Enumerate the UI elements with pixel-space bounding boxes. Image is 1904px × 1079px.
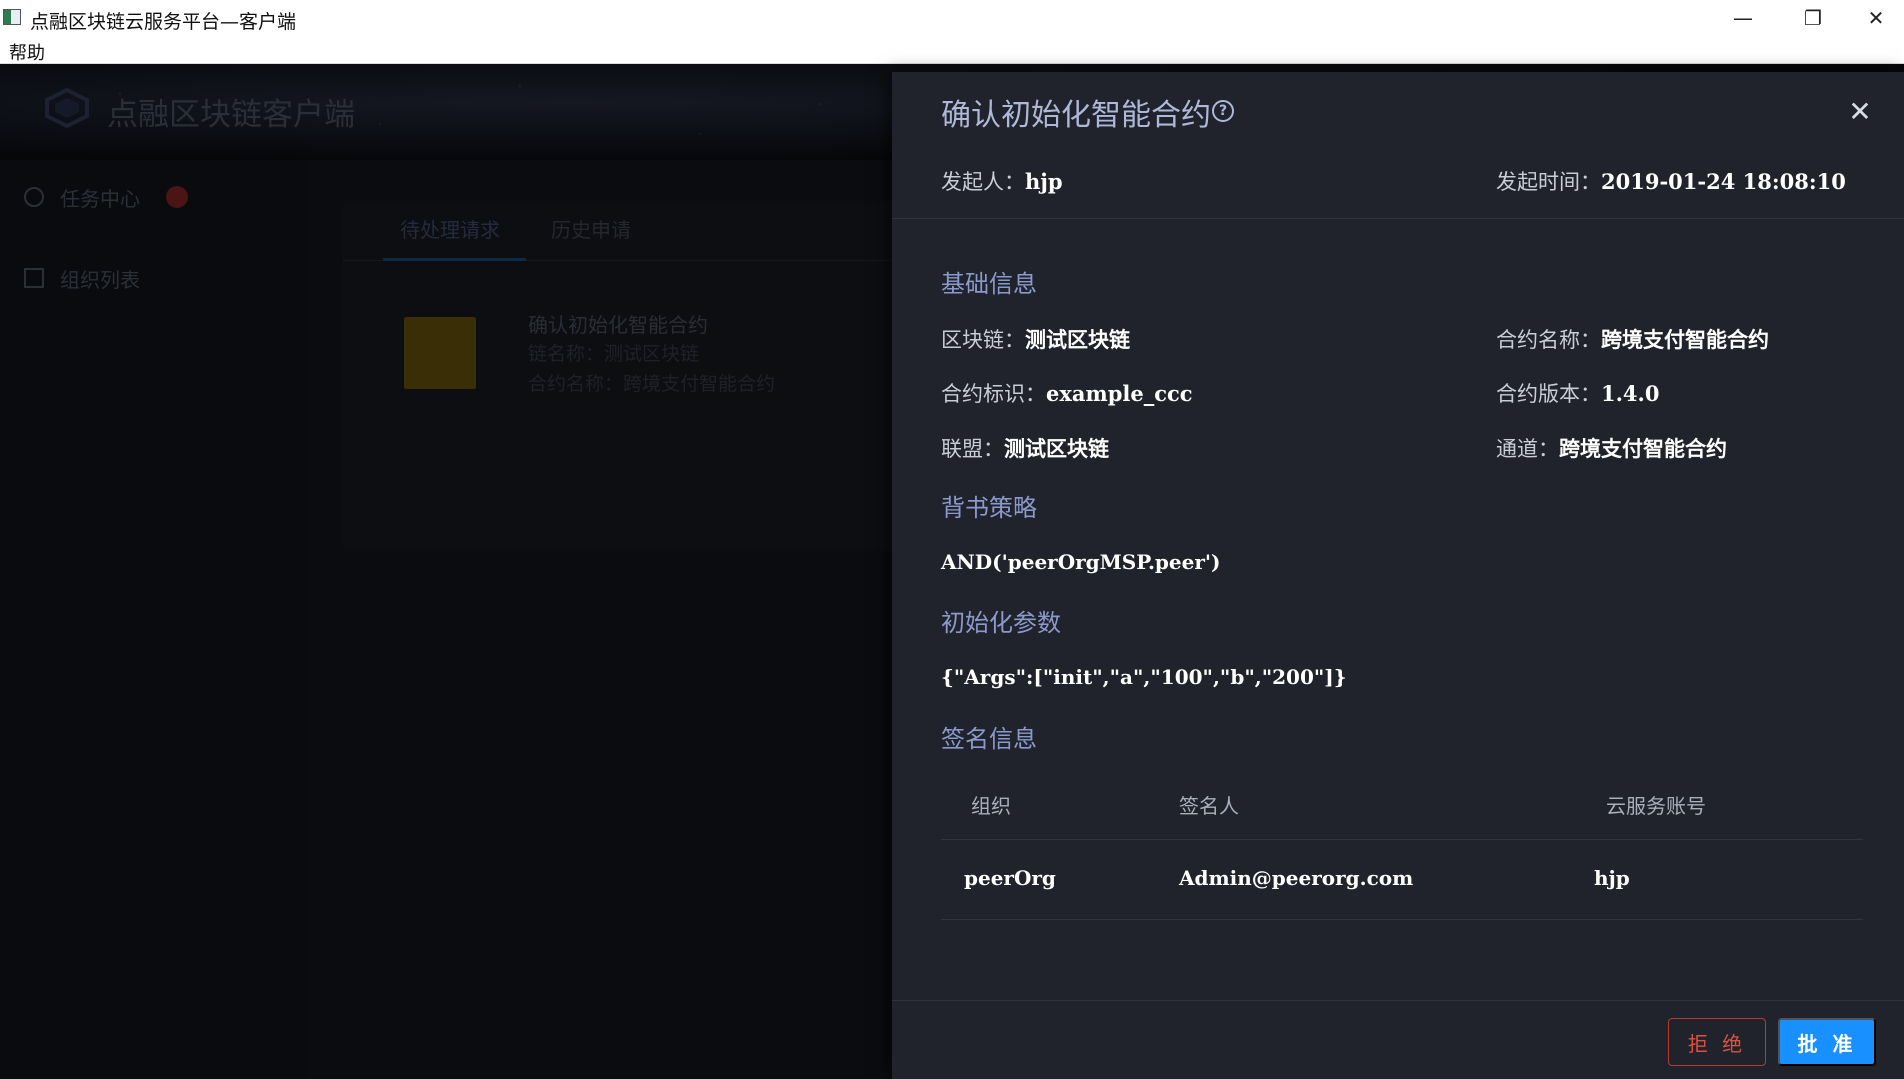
chain-field: 区块链：测试区块链 [941,327,1130,352]
menu-help[interactable]: 帮助 [9,39,45,65]
initiated-time-field: 发起时间：2019-01-24 18:08:10 [1496,169,1846,194]
endorsement-policy-value: AND('peerOrgMSP.peer') [941,550,1221,574]
contract-name-field: 合约名称：跨境支付智能合约 [1496,327,1769,352]
cell-cloud-account: hjp [1594,866,1630,890]
drawer-title: 确认初始化智能合约 [941,98,1211,133]
task-chain-name: 链名称：测试区块链 [528,343,700,365]
cell-signer: Admin@peerorg.com [1179,866,1414,890]
contract-version-field: 合约版本：1.4.0 [1496,381,1660,406]
confirm-init-drawer: 确认初始化智能合约 ? ✕ 发起人：hjp 发起时间：2019-01-24 18… [892,72,1904,1079]
init-params-value: {"Args":["init","a","100","b","200"]} [941,665,1347,689]
notification-badge [166,186,188,208]
contract-id-field: 合约标识：example_ccc [941,381,1193,406]
section-init-params: 初始化参数 [941,609,1061,637]
sidebar-item-task-center[interactable]: 任务中心 [24,182,140,212]
reject-button[interactable]: 拒 绝 [1668,1018,1766,1066]
check-circle-icon [24,187,44,207]
sidebar [0,160,308,1079]
task-contract-name: 合约名称：跨境支付智能合约 [528,373,776,395]
sidebar-item-org-list[interactable]: 组织列表 [24,263,140,293]
sidebar-item-label: 任务中心 [60,186,140,211]
window-titlebar: 点融区块链云服务平台—客户端 — ❐ ✕ [0,0,1904,35]
brand-title: 点融区块链客户端 [107,97,355,133]
brand-logo-icon [45,88,89,128]
minimize-button[interactable]: — [1708,0,1778,35]
sidebar-item-label: 组织列表 [60,267,140,292]
alliance-field: 联盟：测试区块链 [941,436,1109,461]
channel-field: 通道：跨境支付智能合约 [1496,436,1727,461]
tab-history[interactable]: 历史申请 [551,214,631,243]
header-divider [892,218,1904,219]
column-header: 云服务账号 [1606,794,1706,818]
question-circle-icon[interactable]: ? [1212,100,1234,122]
column-header: 组织 [971,794,1011,818]
app-icon [3,9,21,25]
active-tab-indicator [383,258,526,261]
section-basic-info: 基础信息 [941,270,1037,298]
section-signature-info: 签名信息 [941,725,1037,753]
initiator-value: hjp [1025,169,1063,194]
signature-table: 组织 签名人 云服务账号 peerOrg Admin@peerorg.com h… [941,768,1863,920]
table-header: 组织 签名人 云服务账号 [941,768,1863,840]
cell-organization: peerOrg [964,866,1056,890]
task-title[interactable]: 确认初始化智能合约 [528,309,708,338]
maximize-button[interactable]: ❐ [1778,0,1848,35]
section-endorsement-policy: 背书策略 [941,494,1037,522]
document-icon [404,317,476,389]
tab-pending[interactable]: 待处理请求 [400,214,500,243]
footer-divider [892,1000,1904,1001]
initiator-field: 发起人：hjp [941,169,1063,194]
table-row: peerOrg Admin@peerorg.com hjp [941,840,1863,920]
approve-button[interactable]: 批 准 [1778,1018,1876,1066]
list-icon [24,268,44,288]
window-title: 点融区块链云服务平台—客户端 [30,11,297,33]
menubar: 帮助 [0,35,1904,64]
initiated-time-value: 2019-01-24 18:08:10 [1601,169,1846,194]
column-header: 签名人 [1179,794,1239,818]
drawer-close-button[interactable]: ✕ [1840,92,1880,132]
window-close-button[interactable]: ✕ [1848,0,1904,35]
